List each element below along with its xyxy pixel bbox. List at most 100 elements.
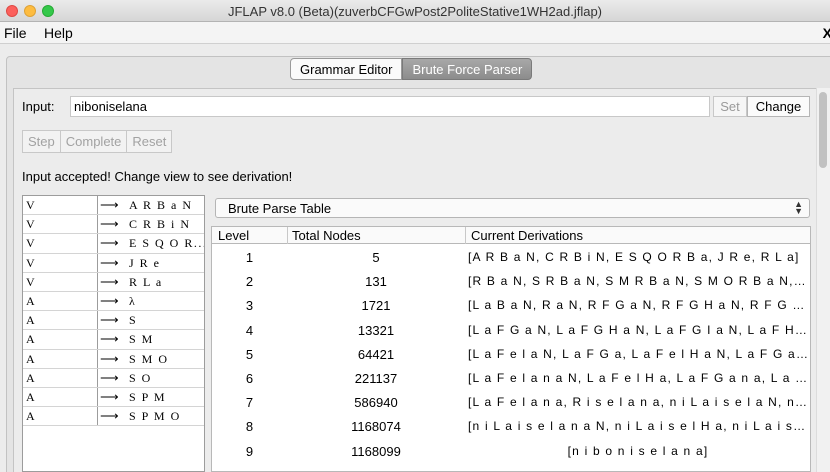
menu-file[interactable]: File bbox=[4, 25, 27, 41]
column-divider bbox=[97, 234, 98, 253]
rule-rhs: S P M bbox=[129, 390, 167, 404]
header-level[interactable]: Level bbox=[218, 228, 249, 243]
production-arrow-icon: ⟶ bbox=[100, 254, 119, 270]
scrollbar-thumb[interactable] bbox=[819, 92, 827, 168]
rule-lhs: A bbox=[26, 351, 35, 366]
grammar-rule-row[interactable]: A ⟶ S P M bbox=[23, 388, 204, 408]
grammar-rule-row[interactable]: A ⟶ S O bbox=[23, 368, 204, 388]
column-divider bbox=[97, 368, 98, 387]
cell-total-nodes: 221137 bbox=[354, 371, 398, 386]
table-row[interactable]: 3 1721 [L a B a N, R a N, R F G a N, R F G… bbox=[212, 293, 810, 317]
column-divider bbox=[97, 349, 98, 368]
cell-total-nodes: 1168074 bbox=[351, 419, 401, 435]
production-arrow-icon: ⟶ bbox=[100, 235, 119, 251]
table-row[interactable]: 2 131 [R B a N, S R B a N, S M R B a N, S … bbox=[212, 269, 810, 293]
table-row[interactable]: 5 64421 [L a F e l a N, L a F G a, L a F e… bbox=[212, 342, 810, 366]
column-divider bbox=[97, 196, 98, 215]
rule-rhs: S P M O bbox=[129, 409, 181, 424]
column-divider bbox=[465, 227, 466, 244]
grammar-rule-row[interactable]: V ⟶ A R B a N bbox=[23, 196, 204, 216]
tab-grammar-editor[interactable]: Grammar Editor bbox=[290, 58, 403, 80]
production-arrow-icon: ⟶ bbox=[100, 216, 119, 232]
column-divider bbox=[97, 311, 98, 330]
cell-level: 7 bbox=[245, 395, 254, 411]
cell-total-nodes: 1168099 bbox=[351, 443, 401, 459]
status-message: Input accepted! Change view to see deriv… bbox=[22, 169, 293, 184]
rule-lhs: A bbox=[26, 294, 35, 308]
column-divider bbox=[97, 407, 98, 426]
table-header: Level Total Nodes Current Derivations bbox=[212, 227, 810, 244]
grammar-rule-row[interactable]: V ⟶ E S Q O R... bbox=[23, 234, 205, 254]
reset-button[interactable]: Reset bbox=[126, 130, 173, 153]
table-row[interactable]: 1 5 [A R B a N, C R B i N, E S Q O R B a, … bbox=[212, 245, 810, 269]
input-label: Input: bbox=[22, 99, 55, 114]
production-arrow-icon: ⟶ bbox=[100, 350, 119, 366]
cell-level: 8 bbox=[245, 419, 254, 435]
close-tab-icon[interactable]: X bbox=[823, 25, 830, 41]
rule-rhs: S O bbox=[129, 370, 152, 385]
cell-derivations: [A R B a N, C R B i N, E S Q O R B a, J … bbox=[468, 250, 800, 264]
change-button[interactable]: Change bbox=[747, 96, 810, 117]
parse-controls: Step Complete Reset bbox=[22, 130, 173, 153]
cell-level: 6 bbox=[245, 371, 254, 386]
view-selector-dropdown[interactable]: Brute Parse Table ▲ ▼ bbox=[215, 198, 810, 218]
table-row[interactable]: 9 1168099 [n i b o n i s e l a n a] bbox=[212, 439, 810, 463]
window-title: JFLAP v8.0 (Beta)(zuverbCFGwPost2PoliteS… bbox=[227, 4, 603, 19]
rule-lhs: A bbox=[26, 332, 35, 347]
rule-lhs: V bbox=[26, 217, 35, 232]
rule-rhs: A R B a N bbox=[129, 198, 193, 212]
header-current-derivations[interactable]: Current Derivations bbox=[471, 228, 583, 243]
editor-tabs: Grammar Editor Brute Force Parser bbox=[290, 58, 533, 80]
cell-level: 2 bbox=[245, 274, 254, 290]
grammar-rule-row[interactable]: A ⟶ S M bbox=[23, 330, 204, 350]
grammar-rule-row[interactable]: A ⟶ S bbox=[23, 311, 204, 331]
rule-lhs: V bbox=[26, 198, 35, 212]
table-row[interactable]: 8 1168074 [n i L a i s e l a n a N, n i L … bbox=[212, 414, 810, 438]
tab-brute-force-parser[interactable]: Brute Force Parser bbox=[402, 58, 533, 80]
rule-lhs: A bbox=[26, 409, 35, 424]
column-divider bbox=[287, 227, 288, 244]
cell-total-nodes: 5 bbox=[372, 250, 380, 265]
rule-rhs: E S Q O R... bbox=[129, 236, 205, 251]
rule-lhs: V bbox=[26, 274, 35, 289]
grammar-rule-row[interactable]: V ⟶ C R B i N bbox=[23, 215, 204, 235]
table-row[interactable]: 4 13321 [L a F G a N, L a F G H a N, L a F… bbox=[212, 318, 810, 342]
table-row[interactable]: 7 586940 [L a F e l a n a, R i s e l a n a… bbox=[212, 390, 810, 414]
production-arrow-icon: ⟶ bbox=[100, 408, 119, 424]
grammar-rule-row[interactable]: A ⟶ S P M O bbox=[23, 407, 204, 427]
view-selector-value: Brute Parse Table bbox=[228, 201, 332, 216]
column-divider bbox=[97, 292, 98, 311]
brute-parse-table: Level Total Nodes Current Derivations 1 5… bbox=[211, 226, 811, 472]
column-divider bbox=[97, 272, 98, 291]
column-divider bbox=[97, 330, 98, 349]
cell-total-nodes: 13321 bbox=[357, 322, 395, 338]
cell-derivations: [L a F e l a n a N, L a F e l H a, L a F… bbox=[468, 371, 808, 385]
cell-derivations: [n i b o n i s e l a n a] bbox=[567, 443, 709, 458]
set-button[interactable]: Set bbox=[713, 96, 747, 117]
rule-lhs: A bbox=[26, 370, 35, 385]
table-row[interactable]: 6 221137 [L a F e l a n a N, L a F e l H a… bbox=[212, 366, 810, 390]
grammar-rule-row[interactable]: V ⟶ R L a bbox=[23, 272, 204, 292]
cell-total-nodes: 586940 bbox=[354, 395, 398, 411]
header-total-nodes[interactable]: Total Nodes bbox=[292, 228, 361, 243]
production-arrow-icon: ⟶ bbox=[100, 197, 119, 212]
cell-level: 9 bbox=[245, 443, 254, 459]
menu-help[interactable]: Help bbox=[44, 25, 73, 41]
rule-lhs: V bbox=[26, 255, 35, 270]
cell-derivations: [L a F e l a n a, R i s e l a n a, n i L… bbox=[468, 395, 808, 410]
production-arrow-icon: ⟶ bbox=[100, 312, 119, 328]
column-divider bbox=[97, 215, 98, 234]
grammar-rule-row[interactable]: A ⟶ S M O bbox=[23, 349, 204, 369]
grammar-rule-row[interactable]: A ⟶ λ bbox=[23, 292, 204, 312]
input-string-field[interactable]: niboniselana bbox=[70, 96, 710, 117]
production-arrow-icon: ⟶ bbox=[100, 369, 119, 385]
column-divider bbox=[97, 388, 98, 407]
grammar-rule-row[interactable]: V ⟶ J R e bbox=[23, 253, 204, 273]
complete-button[interactable]: Complete bbox=[59, 130, 128, 153]
rule-rhs: S M O bbox=[129, 351, 169, 366]
cell-level: 4 bbox=[245, 322, 254, 338]
cell-derivations: [R B a N, S R B a N, S M R B a N, S M O … bbox=[468, 274, 808, 289]
grammar-table: V ⟶ A R B a N V ⟶ C R B i N V ⟶ E S Q O R... V ⟶ J … bbox=[22, 195, 205, 472]
cell-derivations: [L a B a N, R a N, R F G a N, R F G H a … bbox=[468, 298, 808, 313]
step-button[interactable]: Step bbox=[22, 130, 61, 153]
